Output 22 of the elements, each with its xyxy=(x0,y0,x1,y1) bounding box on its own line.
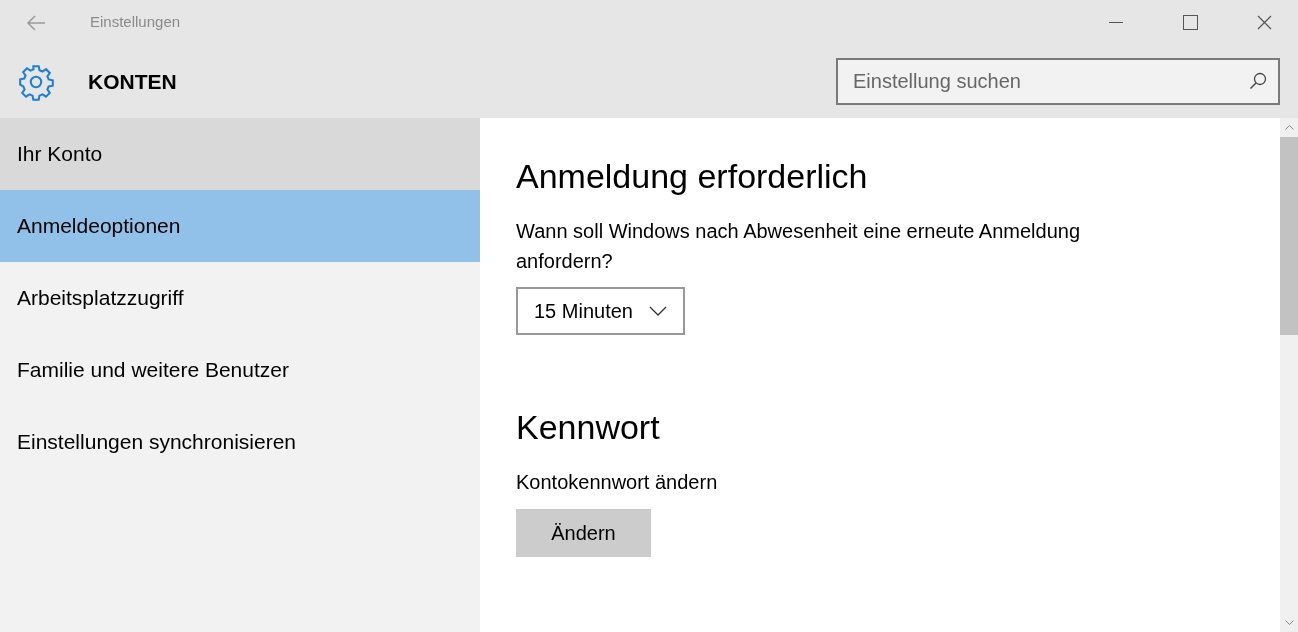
close-icon xyxy=(1256,15,1272,30)
timeout-dropdown[interactable]: 15 Minuten xyxy=(516,287,685,335)
chevron-down-icon xyxy=(648,306,667,316)
section-heading: Kennwort xyxy=(516,407,660,448)
scrollbar-thumb[interactable] xyxy=(1280,137,1298,335)
maximize-icon xyxy=(1182,15,1198,30)
scrollbar[interactable] xyxy=(1280,118,1298,632)
change-button[interactable]: Ändern xyxy=(516,509,651,557)
page-title: KONTEN xyxy=(88,68,177,95)
description-text: Kontokennwort ändern xyxy=(516,470,719,495)
back-arrow-icon xyxy=(26,14,46,31)
sidebar-item[interactable]: Ihr Konto xyxy=(0,118,480,190)
window-title: Einstellungen xyxy=(90,12,181,33)
scroll-up-icon xyxy=(1284,124,1294,130)
search-field[interactable]: Einstellung suchen xyxy=(836,58,1280,105)
scroll-down-icon xyxy=(1284,620,1294,626)
description-text: Wann soll Windows nach Abwesenheit eine erneute Anmeldung anfordern? xyxy=(516,219,1082,274)
settings-icon xyxy=(17,62,55,101)
minimize-icon xyxy=(1109,21,1123,24)
section-heading: Anmeldung erforderlich xyxy=(516,156,868,197)
search-icon xyxy=(1249,72,1267,90)
sidebar-item[interactable]: Anmeldeoptionen xyxy=(0,190,480,262)
